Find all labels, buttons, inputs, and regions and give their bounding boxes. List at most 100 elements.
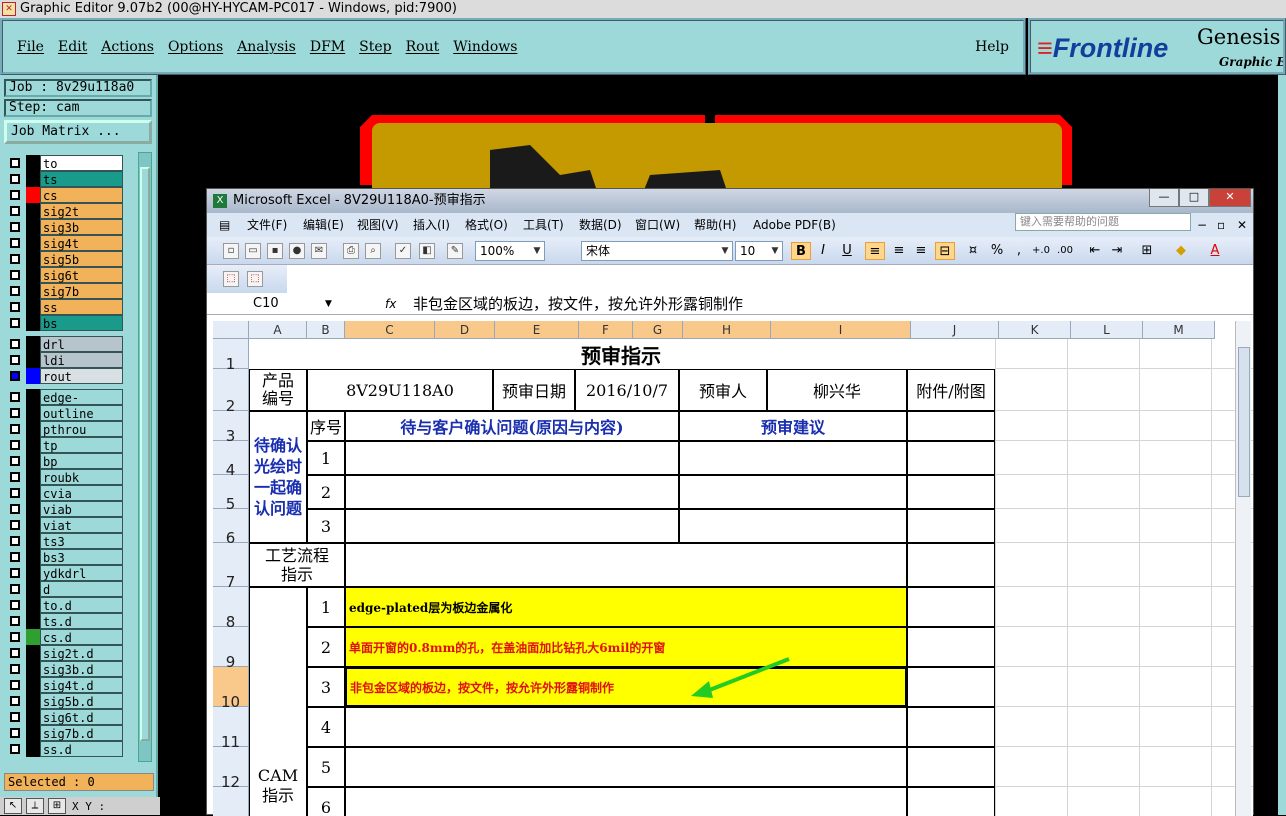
scrollbar-thumb[interactable] [1238, 347, 1250, 497]
layer-color-swatch[interactable] [26, 709, 40, 725]
xl-menu-adobe[interactable]: Adobe PDF(B) [753, 213, 836, 237]
minimize-button[interactable]: — [1149, 189, 1179, 207]
layer-checkbox[interactable] [10, 408, 20, 418]
name-box[interactable]: C10 [213, 295, 339, 313]
menu-windows[interactable]: Windows [453, 39, 517, 55]
layer-checkbox[interactable] [10, 424, 20, 434]
percent-icon[interactable]: % [987, 242, 1007, 260]
layer-color-swatch[interactable] [26, 453, 40, 469]
layer-checkbox[interactable] [10, 744, 20, 754]
layer-checkbox[interactable] [10, 552, 20, 562]
layer-name[interactable]: ts [40, 171, 123, 187]
layer-name[interactable]: drl [40, 336, 123, 352]
merge-center-icon[interactable]: ⊟ [935, 242, 955, 260]
layer-row[interactable]: ss.d [6, 741, 126, 757]
close-button[interactable]: ✕ [1209, 189, 1251, 207]
layer-color-swatch[interactable] [26, 469, 40, 485]
layer-row[interactable]: tp [6, 437, 126, 453]
layer-row[interactable]: sig3b.d [6, 661, 126, 677]
layer-checkbox[interactable] [10, 664, 20, 674]
layer-color-swatch[interactable] [26, 299, 40, 315]
menu-edit[interactable]: Edit [58, 39, 87, 55]
layer-row[interactable]: outline [6, 405, 126, 421]
layer-checkbox[interactable] [10, 286, 20, 296]
layer-color-swatch[interactable] [26, 517, 40, 533]
layer-name[interactable]: ts.d [40, 613, 123, 629]
layer-row[interactable]: viab [6, 501, 126, 517]
layer-row[interactable]: sig5b.d [6, 693, 126, 709]
email-icon[interactable]: ✉ [311, 243, 327, 259]
layer-color-swatch[interactable] [26, 629, 40, 645]
layer-color-swatch[interactable] [26, 352, 40, 368]
layer-row[interactable]: to.d [6, 597, 126, 613]
layer-row[interactable]: ts [6, 171, 126, 187]
layer-name[interactable]: tp [40, 437, 123, 453]
layer-name[interactable]: sig2t.d [40, 645, 123, 661]
fill-color-icon[interactable]: ◆ [1171, 242, 1191, 260]
layer-name[interactable]: ydkdrl [40, 565, 123, 581]
layer-checkbox[interactable] [10, 355, 20, 365]
layer-name[interactable]: edge-plated [40, 389, 123, 421]
menu-dfm[interactable]: DFM [310, 39, 345, 55]
font-select[interactable]: 宋体 ▼ [581, 241, 733, 261]
layer-checkbox[interactable] [10, 222, 20, 232]
doc-restore-button[interactable]: ▫ [1217, 213, 1225, 237]
layer-name[interactable]: d [40, 581, 123, 597]
layer-row[interactable]: ts.d [6, 613, 126, 629]
layer-color-swatch[interactable] [26, 405, 40, 421]
layer-row[interactable]: sig2t.d [6, 645, 126, 661]
layer-name[interactable]: viat [40, 517, 123, 533]
help-search-input[interactable]: 键入需要帮助的问题 [1015, 213, 1191, 231]
select-tool-icon[interactable]: ↖ [4, 798, 22, 814]
xl-menu-help[interactable]: 帮助(H) [694, 213, 736, 237]
layer-name[interactable]: viab [40, 501, 123, 517]
xl-menu-view[interactable]: 视图(V) [357, 213, 399, 237]
borders-icon[interactable]: ⊞ [1137, 242, 1157, 260]
layer-checkbox[interactable] [10, 190, 20, 200]
layer-row[interactable]: cs [6, 187, 126, 203]
underline-button[interactable]: U [837, 242, 857, 260]
layer-row[interactable]: sig4t.d [6, 677, 126, 693]
layer-row[interactable]: bs3 [6, 549, 126, 565]
layer-name[interactable]: sig6t.d [40, 709, 123, 725]
xl-menu-format[interactable]: 格式(O) [465, 213, 508, 237]
layer-color-swatch[interactable] [26, 187, 40, 203]
layer-row[interactable]: sig6t [6, 267, 126, 283]
layer-row[interactable]: ydkdrl [6, 565, 126, 581]
layer-name[interactable]: sig3b.d [40, 661, 123, 677]
scrollbar-thumb[interactable] [140, 167, 150, 741]
menu-actions[interactable]: Actions [101, 39, 154, 55]
layer-checkbox[interactable] [10, 456, 20, 466]
layer-color-swatch[interactable] [26, 155, 40, 171]
layer-row[interactable]: ts3 [6, 533, 126, 549]
layer-checkbox[interactable] [10, 440, 20, 450]
layer-checkbox[interactable] [10, 712, 20, 722]
layer-color-swatch[interactable] [26, 437, 40, 453]
layer-name[interactable]: outline [40, 405, 123, 421]
new-icon[interactable]: ▫ [223, 243, 239, 259]
research-icon[interactable]: ◧ [419, 243, 435, 259]
layer-checkbox[interactable] [10, 616, 20, 626]
layer-checkbox[interactable] [10, 520, 20, 530]
indent-icon[interactable]: ⇥ [1107, 242, 1127, 260]
layer-row[interactable]: to [6, 155, 126, 171]
align-left-icon[interactable]: ≡ [865, 242, 885, 260]
layer-row[interactable]: roubk [6, 469, 126, 485]
currency-icon[interactable]: ¤ [963, 242, 983, 260]
layer-color-swatch[interactable] [26, 368, 40, 384]
layer-name[interactable]: ss [40, 299, 123, 315]
layer-row[interactable]: sig2t [6, 203, 126, 219]
increase-decimal-icon[interactable]: +.0 [1031, 242, 1051, 260]
layer-row[interactable]: sig5b [6, 251, 126, 267]
layer-row[interactable]: sig4t [6, 235, 126, 251]
layer-row[interactable]: bp [6, 453, 126, 469]
layer-name[interactable]: to.d [40, 597, 123, 613]
outdent-icon[interactable]: ⇤ [1085, 242, 1105, 260]
xl-menu-insert[interactable]: 插入(I) [413, 213, 450, 237]
layer-color-swatch[interactable] [26, 533, 40, 549]
layer-name[interactable]: sig3b [40, 219, 123, 235]
layer-color-swatch[interactable] [26, 581, 40, 597]
pdf-create-icon[interactable]: ⬚ [223, 271, 239, 287]
layer-color-swatch[interactable] [26, 283, 40, 299]
layer-checkbox[interactable] [10, 318, 20, 328]
